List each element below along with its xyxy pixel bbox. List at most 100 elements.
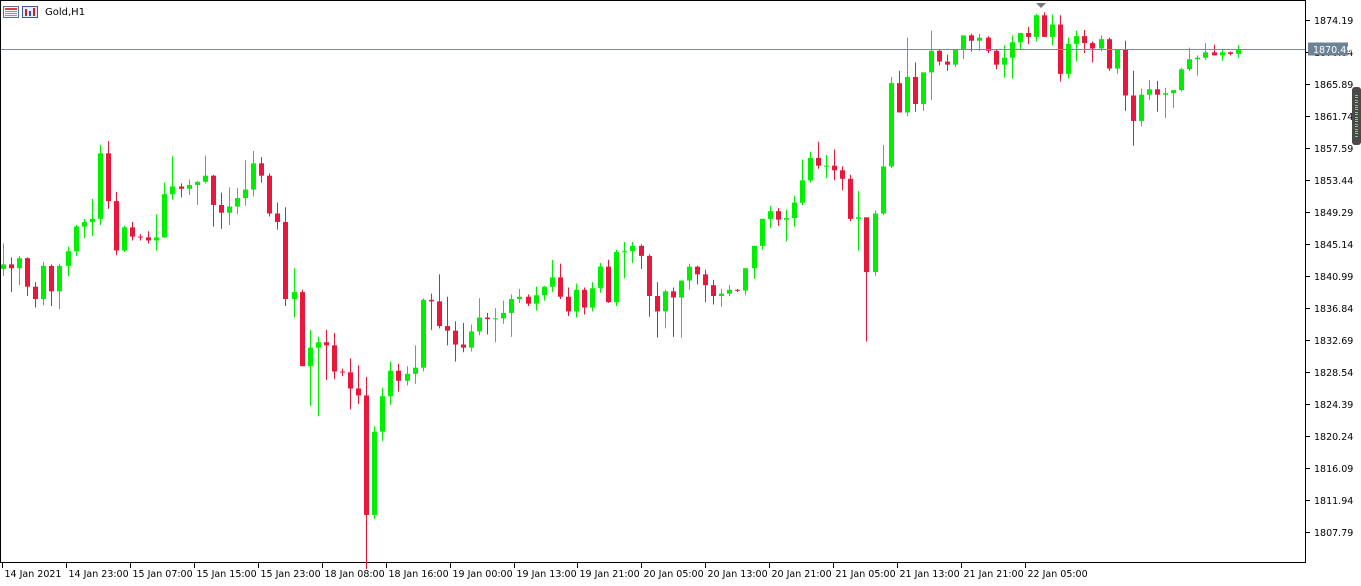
candle-body [752,245,757,269]
candle-body [1195,57,1200,60]
x-tick-label: 19 Jan 21:00 [580,569,640,580]
candle-body [90,218,95,222]
scale-drag-handle[interactable] [1352,87,1361,145]
scale-handle-grip [1355,131,1358,132]
x-tick-label: 18 Jan 08:00 [325,569,385,580]
candle-body [114,201,119,251]
y-tick-label: 1807.79 [1314,528,1353,539]
candle-body [1026,33,1031,37]
scale-handle-grip [1355,95,1358,96]
candle-body [848,178,853,219]
candle-body [784,218,789,220]
x-tick-label: 18 Jan 16:00 [389,569,449,580]
candle-body [1187,59,1192,70]
candle-body [1163,93,1168,95]
x-tick-label: 15 Jan 15:00 [197,569,257,580]
candle-body [517,296,522,300]
candle-body [388,370,393,397]
x-tick-label: 19 Jan 00:00 [453,569,513,580]
x-tick-label: 14 Jan 2021 [5,569,62,580]
candle-body [647,255,652,296]
candle-body [929,50,934,73]
candle-body [735,289,740,291]
candle-body [639,245,644,256]
candle-body [864,217,869,273]
candle-body [840,170,845,179]
candle-body [1115,49,1120,69]
y-tick-label: 1811.94 [1314,496,1353,507]
chart-shift-marker [1036,3,1046,8]
candle-body [1228,52,1233,54]
candle-body [1131,95,1136,121]
candle-body [630,245,635,252]
candle-body [719,293,724,296]
candle-body [1155,89,1160,95]
x-tick-label: 22 Jan 05:00 [1028,569,1088,580]
scale-handle-grip [1355,114,1358,116]
scale-handle-grip [1355,128,1358,130]
candle-body [138,236,143,238]
candle-body [372,431,377,515]
candle-body [711,285,716,296]
candle-body [1099,39,1104,49]
candle-body [405,373,410,381]
candle-body [598,266,603,289]
candle-body [106,153,111,202]
candle-body [792,202,797,219]
scale-handle-grip [1355,109,1358,111]
candle-body [526,296,531,304]
candle-body [937,50,942,62]
candle-body [437,301,442,327]
candle-body [348,372,353,389]
candle-body [122,227,127,251]
candle-body [9,264,14,269]
candle-body [211,175,216,205]
candle-body [800,180,805,203]
candle-body [1171,90,1176,94]
y-tick-label: 1849.29 [1314,208,1353,219]
x-tick-label: 20 Jan 13:00 [708,569,768,580]
candle-body [816,157,821,166]
candle-body [832,165,837,171]
candle-body [606,266,611,303]
x-tick-label: 20 Jan 05:00 [644,569,704,580]
candle-body [905,76,910,113]
candle-body [655,295,660,312]
candle-body [453,330,458,345]
x-tick-label: 21 Jan 13:00 [900,569,960,580]
y-tick-label: 1832.69 [1314,336,1353,347]
y-tick-label: 1828.54 [1314,368,1353,379]
scale-handle-grip [1355,126,1358,128]
candle-body [356,388,361,396]
candle-body [1018,33,1023,43]
x-tick-label: 19 Jan 13:00 [517,569,577,580]
candle-body [219,204,224,213]
candle-body [1147,89,1152,95]
scale-handle-grip [1355,99,1358,101]
candle-body [413,367,418,374]
candle-body [1179,69,1184,91]
scale-handle-grip [1355,97,1358,99]
scale-handle-grip [1355,121,1358,123]
candle-body [969,35,974,41]
candle-body [485,317,490,320]
y-tick-label: 1861.74 [1314,112,1353,123]
candle-body [913,76,918,104]
chart-window[interactable]: Gold,H1 1874.191870.041865.891861.741857… [0,0,1361,586]
candle-body [300,292,305,367]
chart-canvas: 1874.191870.041865.891861.741857.591853.… [1,3,1353,580]
y-tick-label: 1824.39 [1314,400,1353,411]
scale-handle-grip [1355,123,1358,125]
candle-body [187,184,192,189]
candle-body [332,345,337,372]
candle-body [130,227,135,237]
candle-body [17,258,22,269]
candle-body [743,268,748,291]
candle-body [1002,57,1007,65]
candle-body [509,299,514,313]
candle-body [534,295,539,304]
candle-body [461,344,466,348]
scale-handle-grip [1355,135,1358,137]
candle-body [154,237,159,241]
candle-body [663,291,668,312]
